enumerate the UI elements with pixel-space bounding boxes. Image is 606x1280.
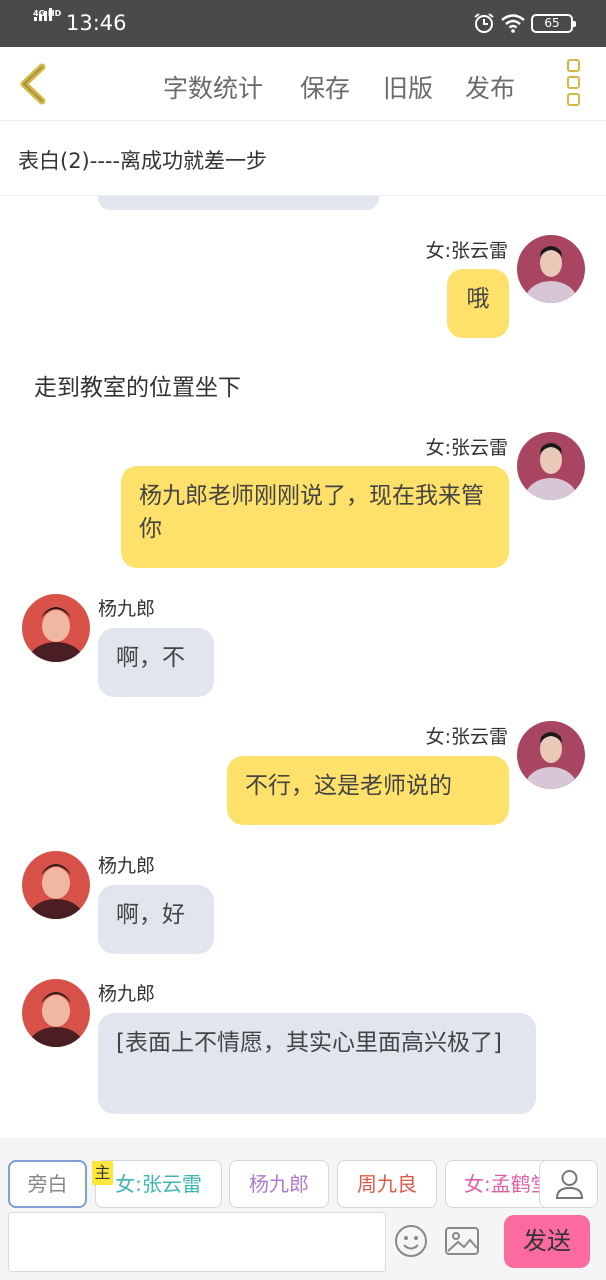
- avatar[interactable]: [22, 594, 90, 662]
- avatar[interactable]: [517, 432, 585, 500]
- image-icon[interactable]: [444, 1224, 480, 1258]
- avatar[interactable]: [517, 235, 585, 303]
- composer: 旁白 女:张云雷 杨九郎 周九良 女:孟鹤堂 主 发送: [0, 1138, 606, 1280]
- emoji-icon[interactable]: [394, 1224, 428, 1258]
- message-bubble[interactable]: 啊，不: [98, 628, 214, 697]
- message-bubble[interactable]: 不行，这是老师说的: [227, 756, 509, 825]
- battery-level: 65: [544, 16, 560, 30]
- message-bubble[interactable]: 哦: [447, 269, 509, 338]
- send-button[interactable]: 发送: [504, 1215, 590, 1268]
- person-icon: [555, 1170, 584, 1199]
- wifi-icon: [501, 14, 525, 33]
- manage-characters-button[interactable]: [539, 1160, 598, 1208]
- speaker-name: 女:张云雷: [425, 726, 508, 748]
- publish-button[interactable]: 发布: [465, 69, 515, 105]
- top-nav: 字数统计 保存 旧版 发布: [0, 47, 606, 121]
- avatar[interactable]: [22, 979, 90, 1047]
- speaker-name: 女:张云雷: [425, 240, 508, 262]
- back-chevron-icon[interactable]: [14, 61, 54, 107]
- chat-area[interactable]: 女:张云雷 哦 走到教室的位置坐下 女:张云雷 杨九郎老师刚刚说了，现在我来管你…: [0, 196, 606, 1138]
- message-text: [表面上不情愿，其实心里面高兴极了]: [116, 1030, 502, 1056]
- status-bar: 4G HD 13:46 65: [0, 0, 606, 47]
- avatar[interactable]: [517, 721, 585, 789]
- message-bubble[interactable]: 啊，好: [98, 885, 214, 954]
- character-chip-yang-jiulang[interactable]: 杨九郎: [229, 1160, 329, 1208]
- character-chip-zhang-yunlei[interactable]: 女:张云雷: [95, 1160, 222, 1208]
- chapter-title: 表白(2)----离成功就差一步: [18, 149, 268, 173]
- message-input[interactable]: [8, 1212, 386, 1272]
- message-text: 啊，不: [116, 645, 185, 671]
- speaker-name: 杨九郎: [98, 598, 156, 620]
- narration-text[interactable]: 走到教室的位置坐下: [34, 368, 241, 402]
- character-selector: 旁白 女:张云雷 杨九郎 周九良 女:孟鹤堂: [0, 1160, 606, 1208]
- message-bubble[interactable]: 杨九郎老师刚刚说了，现在我来管你: [121, 466, 509, 568]
- status-time: 13:46: [66, 11, 127, 35]
- message-bubble[interactable]: [表面上不情愿，其实心里面高兴极了]: [98, 1013, 536, 1114]
- battery-icon: 65: [531, 14, 576, 33]
- speaker-name: 女:张云雷: [425, 437, 508, 459]
- message-text: 哦: [466, 286, 490, 312]
- message-bubble: [98, 196, 379, 210]
- chapter-title-bar[interactable]: 表白(2)----离成功就差一步: [0, 121, 606, 196]
- more-menu-icon[interactable]: [562, 59, 584, 109]
- character-chip-narrator[interactable]: 旁白: [8, 1160, 87, 1208]
- alarm-icon: [474, 13, 494, 33]
- message-text: 啊，好: [116, 902, 185, 928]
- speaker-name: 杨九郎: [98, 983, 156, 1005]
- speaker-name: 杨九郎: [98, 855, 156, 877]
- host-badge: 主: [92, 1161, 113, 1185]
- message-text: 不行，这是老师说的: [245, 773, 452, 799]
- avatar[interactable]: [22, 851, 90, 919]
- word-count-button[interactable]: 字数统计: [163, 69, 263, 105]
- network-type: 4G HD: [33, 9, 62, 18]
- save-button[interactable]: 保存: [300, 69, 350, 105]
- old-version-button[interactable]: 旧版: [383, 69, 433, 105]
- message-text: 杨九郎老师刚刚说了，现在我来管你: [139, 483, 484, 542]
- character-chip-zhou-jiuliang[interactable]: 周九良: [337, 1160, 437, 1208]
